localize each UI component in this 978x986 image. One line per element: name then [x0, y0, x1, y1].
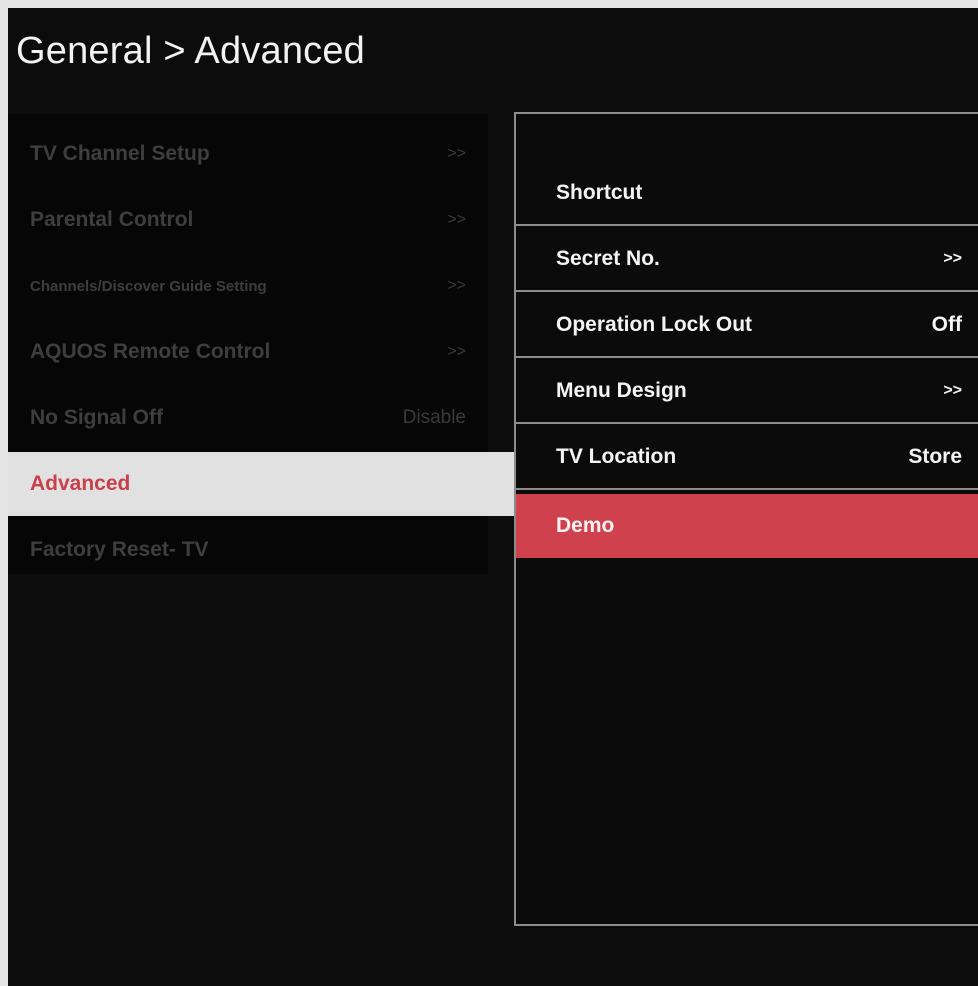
submenu-item-label: Operation Lock Out: [556, 313, 753, 336]
submenu-item-label: Shortcut: [556, 181, 643, 204]
tv-menu-screen: General > Advanced TV Channel Setup >> P…: [8, 8, 978, 986]
submenu-item-shortcut[interactable]: Shortcut: [516, 162, 978, 226]
advanced-submenu-panel: Shortcut Secret No. >> Operation Lock Ou…: [514, 112, 978, 926]
menu-item-label: TV Channel Setup: [30, 142, 210, 165]
menu-item-tv-channel-setup[interactable]: TV Channel Setup >>: [8, 122, 488, 186]
left-menu-panel: TV Channel Setup >> Parental Control >> …: [8, 114, 516, 574]
submenu-item-label: TV Location: [556, 445, 677, 468]
menu-item-value: Disable: [402, 407, 466, 428]
submenu-item-demo[interactable]: Demo: [516, 494, 978, 558]
submenu-item-label: Secret No.: [556, 247, 660, 270]
menu-item-label: Parental Control: [30, 208, 194, 231]
menu-item-label: Factory Reset- TV: [30, 538, 209, 561]
menu-item-label: No Signal Off: [30, 406, 163, 429]
menu-item-aquos-remote-control[interactable]: AQUOS Remote Control >>: [8, 320, 488, 384]
page-title: General > Advanced: [16, 30, 366, 72]
submenu-item-tv-location[interactable]: TV Location Store: [516, 426, 978, 490]
submenu-item-menu-design[interactable]: Menu Design >>: [516, 360, 978, 424]
menu-item-parental-control[interactable]: Parental Control >>: [8, 188, 488, 252]
submenu-item-secret-no[interactable]: Secret No. >>: [516, 228, 978, 292]
submenu-item-value: Off: [931, 313, 962, 336]
chevron-double-right-icon: >>: [447, 211, 466, 228]
submenu-item-operation-lock-out[interactable]: Operation Lock Out Off: [516, 294, 978, 358]
menu-item-label: Advanced: [30, 472, 131, 495]
chevron-double-right-icon: >>: [447, 343, 466, 360]
submenu-item-label: Menu Design: [556, 379, 687, 402]
menu-item-channels-discover-guide-setting[interactable]: Channels/Discover Guide Setting >>: [8, 254, 488, 318]
menu-item-no-signal-off[interactable]: No Signal Off Disable: [8, 386, 488, 450]
menu-item-label: Channels/Discover Guide Setting: [30, 277, 267, 295]
chevron-double-right-icon: >>: [943, 250, 962, 267]
menu-item-advanced[interactable]: Advanced: [8, 452, 516, 516]
chevron-double-right-icon: >>: [447, 277, 466, 294]
menu-item-label: AQUOS Remote Control: [30, 340, 271, 363]
chevron-double-right-icon: >>: [447, 145, 466, 162]
menu-item-factory-reset-tv[interactable]: Factory Reset- TV: [8, 518, 488, 582]
chevron-double-right-icon: >>: [943, 382, 962, 399]
submenu-item-label: Demo: [556, 514, 615, 537]
submenu-item-value: Store: [908, 445, 962, 468]
